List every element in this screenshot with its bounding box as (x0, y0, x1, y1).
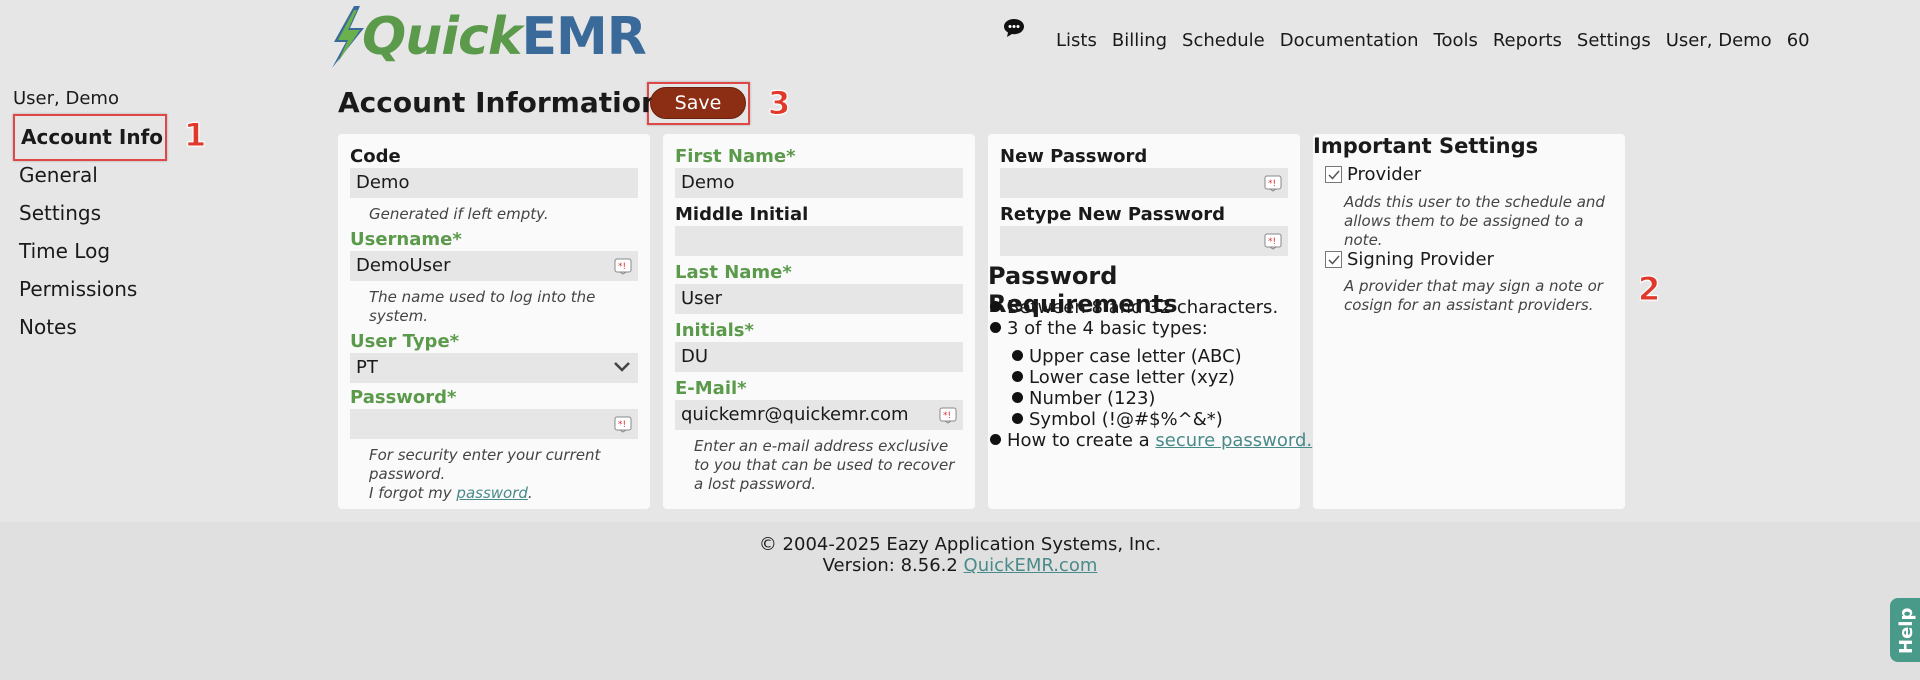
requirement-length: Between 8 and 32 characters. (990, 297, 1278, 318)
sidebar-item-permissions[interactable]: Permissions (19, 274, 163, 312)
requirement-type-number: Number (123) (1012, 388, 1155, 409)
sidebar-item-settings[interactable]: Settings (19, 198, 163, 236)
password-label: Password* (350, 387, 457, 408)
password-manager-icon[interactable]: *! (1264, 174, 1282, 192)
requirement-type-lower: Lower case letter (xyz) (1012, 367, 1235, 388)
quickemr-logo[interactable]: QuickEMR (328, 4, 647, 70)
footer: © 2004-2025 Eazy Application Systems, In… (0, 522, 1920, 680)
secure-password-link[interactable]: secure password. (1155, 430, 1312, 451)
help-label: Help (1896, 608, 1917, 654)
user-type-value: PT (356, 357, 378, 378)
annotation-number-2: 2 (1637, 270, 1661, 309)
help-tab[interactable]: Help (1890, 598, 1920, 662)
svg-text:*!: *! (1268, 179, 1276, 189)
panel-account: Code Demo Generated if left empty. Usern… (338, 134, 650, 509)
panel-password: New Password *! Retype New Password *! P… (988, 134, 1312, 509)
chevron-down-icon (614, 362, 630, 372)
username-label: Username* (350, 229, 462, 250)
middle-initial-label: Middle Initial (675, 204, 809, 225)
svg-text:*!: *! (618, 262, 626, 272)
sidebar-item-notes[interactable]: Notes (19, 312, 163, 350)
annotation-number-3: 3 (767, 84, 791, 123)
nav-user[interactable]: User, Demo (1666, 30, 1772, 51)
sidebar-item-general[interactable]: General (19, 160, 163, 198)
annotation-box-account-info (13, 114, 167, 161)
new-password-label: New Password (1000, 146, 1148, 167)
page-title: Account Information (338, 86, 661, 119)
code-label: Code (350, 146, 401, 167)
username-field[interactable]: DemoUser *! (350, 251, 638, 281)
email-label: E-Mail* (675, 378, 747, 399)
password-manager-icon[interactable]: *! (614, 257, 632, 275)
email-value: quickemr@quickemr.com (681, 404, 909, 425)
user-type-label: User Type* (350, 331, 460, 352)
sidebar-item-time-log[interactable]: Time Log (19, 236, 163, 274)
last-name-label: Last Name* (675, 262, 792, 283)
copyright-text: © 2004-2025 Eazy Application Systems, In… (758, 534, 1162, 555)
svg-text:*!: *! (943, 411, 951, 421)
signing-provider-label: Signing Provider (1347, 249, 1494, 270)
last-name-field[interactable]: User (675, 284, 963, 314)
email-hint: Enter an e-mail address exclusive to you… (694, 437, 955, 493)
requirement-type-symbol: Symbol (!@#$%^&*) (1012, 409, 1223, 430)
quickemr-link[interactable]: QuickEMR.com (964, 555, 1098, 576)
password-manager-icon[interactable]: *! (1264, 232, 1282, 250)
save-button[interactable]: Save (650, 87, 746, 119)
nav-billing[interactable]: Billing (1112, 30, 1167, 51)
svg-text:*!: *! (618, 420, 626, 430)
header: QuickEMR Lists Billing Schedule Document… (0, 0, 1920, 72)
code-field[interactable]: Demo (350, 168, 638, 198)
requirement-types: 3 of the 4 basic types: (990, 318, 1208, 339)
retype-password-field[interactable]: *! (1000, 226, 1288, 256)
logo-wordmark: QuickEMR (362, 7, 647, 67)
forgot-password-link[interactable]: password (456, 484, 527, 502)
svg-text:*!: *! (1268, 237, 1276, 247)
annotation-number-1: 1 (183, 116, 207, 155)
chat-bubble-icon[interactable] (1003, 18, 1025, 38)
nav-settings[interactable]: Settings (1577, 30, 1651, 51)
nav-session-timer: 60 (1786, 30, 1810, 51)
code-hint: Generated if left empty. (369, 205, 549, 223)
sidebar-user-name: User, Demo (13, 88, 119, 109)
password-manager-icon[interactable]: *! (939, 406, 957, 424)
provider-checkbox[interactable] (1325, 166, 1342, 183)
nav-schedule[interactable]: Schedule (1182, 30, 1265, 51)
initials-label: Initials* (675, 320, 754, 341)
panel-important-settings: Important Settings Provider Adds this us… (1313, 134, 1625, 509)
requirement-howto: How to create a secure password. (990, 430, 1312, 451)
password-hint: For security enter your current password… (369, 446, 601, 483)
nav-lists[interactable]: Lists (1056, 30, 1097, 51)
user-type-select[interactable]: PT (350, 353, 638, 383)
nav-reports[interactable]: Reports (1493, 30, 1562, 51)
password-field[interactable]: *! (350, 409, 638, 439)
provider-hint: Adds this user to the schedule and allow… (1344, 193, 1605, 249)
email-field[interactable]: quickemr@quickemr.com *! (675, 400, 963, 430)
help-label-graphic: Help (1896, 608, 1917, 654)
nav-tools[interactable]: Tools (1434, 30, 1478, 51)
username-value: DemoUser (356, 255, 451, 276)
panel-name: First Name* Demo Middle Initial Last Nam… (663, 134, 975, 509)
checkmark-icon (1328, 255, 1340, 265)
first-name-field[interactable]: Demo (675, 168, 963, 198)
requirement-type-upper: Upper case letter (ABC) (1012, 346, 1242, 367)
important-settings-title: Important Settings (1313, 134, 1539, 158)
first-name-label: First Name* (675, 146, 796, 167)
provider-label: Provider (1347, 164, 1422, 185)
new-password-field[interactable]: *! (1000, 168, 1288, 198)
top-nav: Lists Billing Schedule Documentation Too… (1056, 30, 1825, 51)
initials-field[interactable]: DU (675, 342, 963, 372)
version-text: Version: 8.56.2 QuickEMR.com (822, 555, 1098, 576)
username-hint: The name used to log into the system. (369, 288, 596, 325)
forgot-password-text: I forgot my password. (369, 484, 533, 502)
signing-provider-hint: A provider that may sign a note or cosig… (1344, 277, 1603, 314)
middle-initial-field[interactable] (675, 226, 963, 256)
checkmark-icon (1328, 170, 1340, 180)
nav-documentation[interactable]: Documentation (1280, 30, 1419, 51)
signing-provider-checkbox[interactable] (1325, 251, 1342, 268)
retype-password-label: Retype New Password (1000, 204, 1225, 225)
password-manager-icon[interactable]: *! (614, 415, 632, 433)
